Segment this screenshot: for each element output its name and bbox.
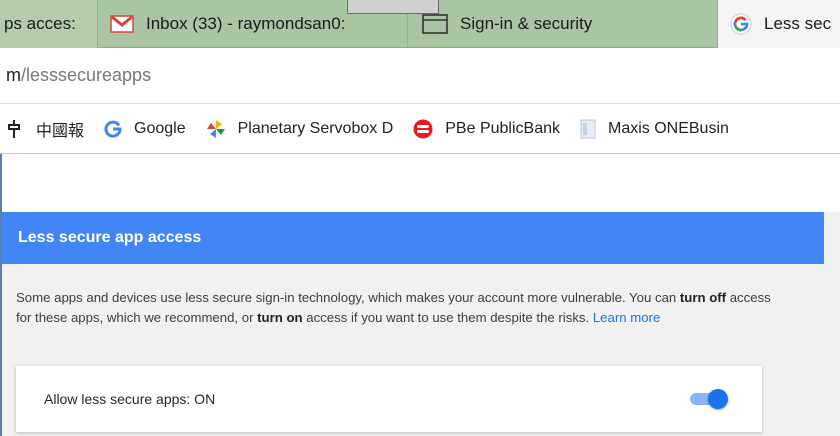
google-g-icon <box>104 120 122 138</box>
bookmark-label: Maxis ONEBusin <box>607 119 729 137</box>
tab-less-secure-active[interactable]: Less sec <box>718 0 840 48</box>
setting-card: Allow less secure apps: ON <box>16 366 762 432</box>
google-icon <box>730 13 752 35</box>
tab-partial[interactable]: ps acces: <box>0 0 98 48</box>
bookmarks-bar: 中國報 Google Planetary Servobox D PBe Publ… <box>0 104 840 154</box>
publicbank-icon <box>413 119 433 139</box>
tab-drag-handle[interactable] <box>347 0 439 14</box>
bookmark-google[interactable]: Google <box>104 120 186 138</box>
setting-label: Allow less secure apps: ON <box>44 391 216 407</box>
page-content: Less secure app access Some apps and dev… <box>0 154 840 436</box>
bookmark-label: Google <box>134 119 186 137</box>
tab-strip: ps acces: Inbox (33) - raymondsan0: Sign… <box>0 0 840 48</box>
tab-label: Inbox (33) - raymondsan0: <box>146 14 346 33</box>
description-part: Some apps and devices use less secure si… <box>16 290 680 305</box>
tab-label: Sign-in & security <box>460 14 593 33</box>
tab-sign-in-security[interactable]: Sign-in & security <box>408 0 718 48</box>
bookmark-pin[interactable] <box>8 119 20 138</box>
pinwheel-icon <box>206 119 226 139</box>
turn-on-emphasis: turn on <box>257 310 303 325</box>
description-part: access if you want to use them despite t… <box>302 310 593 325</box>
document-icon <box>580 119 596 139</box>
url-host: m <box>6 65 21 85</box>
url-path: /lesssecureapps <box>21 65 152 85</box>
bookmark-planetary[interactable]: Planetary Servobox D <box>206 119 394 139</box>
page-title: Less secure app access <box>2 212 824 264</box>
page-top-space <box>2 154 840 212</box>
allow-less-secure-toggle[interactable] <box>690 389 728 409</box>
pin-icon <box>8 119 20 138</box>
tab-label: Less sec <box>764 14 832 33</box>
bookmark-label: Planetary Servobox D <box>237 119 394 137</box>
address-bar[interactable]: m/lesssecureapps <box>0 48 840 104</box>
bookmark-label: 中國報 <box>36 122 85 140</box>
toggle-thumb <box>708 389 728 409</box>
learn-more-link[interactable]: Learn more <box>593 310 660 325</box>
gmail-icon <box>110 15 134 33</box>
bookmark-label: PBe PublicBank <box>445 119 560 137</box>
bookmark-maxis[interactable]: Maxis ONEBusin <box>580 119 729 139</box>
description-text: Some apps and devices use less secure si… <box>16 288 786 328</box>
bookmark-publicbank[interactable]: PBe PublicBank <box>413 119 560 139</box>
bookmark-chinapress[interactable]: 中國報 <box>36 117 84 141</box>
window-icon <box>422 14 448 34</box>
turn-off-emphasis: turn off <box>679 290 727 305</box>
tab-label: ps acces: <box>4 14 76 33</box>
